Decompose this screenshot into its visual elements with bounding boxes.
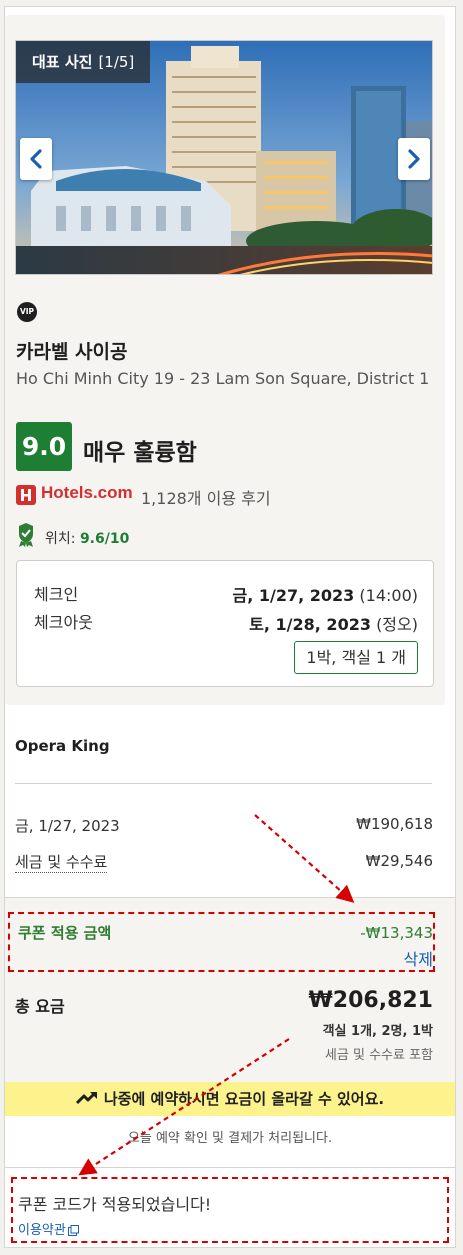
photo-count: [1/5] xyxy=(98,53,135,71)
total-included-note: 세금 및 수수료 포함 xyxy=(324,1048,433,1063)
tax-fee-label[interactable]: 세금 및 수수료 xyxy=(15,851,108,873)
hotel-card: 대표 사진 [1/5] VIP 카라벨 사이공 Ho Chi Minh City … xyxy=(5,15,445,705)
confirmation-note: 오늘 예약 확인 및 결제가 처리됩니다. xyxy=(127,1131,333,1146)
hotel-address: Ho Chi Minh City 19 - 23 Lam Son Square,… xyxy=(16,369,430,388)
divider xyxy=(15,783,432,784)
chevron-left-icon xyxy=(30,149,42,169)
price-rise-warning: 나중에 예약하시면 요금이 올라갈 수 있어요. xyxy=(5,1082,455,1116)
total-label: 총 요금 xyxy=(15,997,65,1016)
terms-link-text: 이용약관 xyxy=(18,1223,66,1238)
review-count: 1,128개 이용 후기 xyxy=(141,489,271,508)
nights-rooms-badge: 1박, 객실 1 개 xyxy=(294,641,418,674)
hotels-com-logo: Hotels.com xyxy=(41,483,133,502)
checkin-value: 금, 1/27, 2023 (14:00) xyxy=(233,582,418,606)
checkin-time: (14:00) xyxy=(359,586,418,605)
rating-score: 9.0 xyxy=(16,422,72,471)
tax-fee-text: 세금 및 수수료 xyxy=(15,853,108,873)
room-type: Opera King xyxy=(15,737,110,755)
night-date-label: 금, 1/27, 2023 xyxy=(15,817,120,835)
checkout-date: 토, 1/28, 2023 xyxy=(249,615,371,634)
rating-label: 매우 훌륭함 xyxy=(83,440,197,466)
photo-label-text: 대표 사진 xyxy=(32,53,93,71)
tax-fee-price: ₩29,546 xyxy=(365,852,433,870)
price-summary: 쿠폰 적용 금액 -₩13,343 삭제 총 요금 ₩206,821 객실 1개… xyxy=(5,897,455,1082)
location-label: 위치: xyxy=(45,531,76,547)
coupon-delete-link[interactable]: 삭제 xyxy=(404,946,433,970)
divider xyxy=(5,1167,455,1168)
total-detail: 객실 1개, 2명, 1박 xyxy=(322,1024,433,1039)
location-value: 9.6/10 xyxy=(79,531,130,547)
annotation-arrow-to-coupon xyxy=(254,814,355,903)
location-score: 위치: 9.6/10 xyxy=(45,528,129,548)
checkin-date: 금, 1/27, 2023 xyxy=(232,586,355,605)
chevron-right-icon xyxy=(408,149,420,169)
booking-summary-panel: 대표 사진 [1/5] VIP 카라벨 사이공 Ho Chi Minh City … xyxy=(4,6,456,1248)
night-price: ₩190,618 xyxy=(356,815,433,833)
hotel-photo[interactable]: 대표 사진 [1/5] xyxy=(15,40,433,275)
checkout-label: 체크아웃 xyxy=(34,613,93,632)
hotel-name: 카라벨 사이공 xyxy=(16,341,128,363)
next-photo-button[interactable] xyxy=(398,138,430,180)
checkin-label: 체크인 xyxy=(34,585,79,604)
checkout-value: 토, 1/28, 2023 (정오) xyxy=(249,611,418,635)
total-amount: ₩206,821 xyxy=(308,988,433,1013)
coupon-amount: -₩13,343 xyxy=(360,924,433,942)
coupon-applied-box: 쿠폰 코드가 적용되었습니다! 이용약관 xyxy=(11,1177,449,1243)
checkout-time: (정오) xyxy=(376,615,418,634)
external-link-icon xyxy=(67,1225,79,1236)
prev-photo-button[interactable] xyxy=(20,138,52,180)
trend-up-icon xyxy=(75,1091,97,1105)
terms-link[interactable]: 이용약관 xyxy=(18,1219,79,1238)
warning-text: 나중에 예약하시면 요금이 올라갈 수 있어요. xyxy=(103,1090,385,1108)
coupon-highlight-box: 쿠폰 적용 금액 -₩13,343 삭제 xyxy=(8,912,435,972)
stay-dates-box: 체크인 금, 1/27, 2023 (14:00) 체크아웃 토, 1/28, … xyxy=(16,560,434,687)
vip-badge: VIP xyxy=(17,302,37,322)
coupon-applied-message: 쿠폰 코드가 적용되었습니다! xyxy=(18,1195,212,1214)
coupon-label: 쿠폰 적용 금액 xyxy=(18,924,112,942)
photo-label: 대표 사진 [1/5] xyxy=(16,41,151,83)
hotels-com-logo-icon xyxy=(16,485,36,505)
location-badge-icon xyxy=(19,523,33,547)
